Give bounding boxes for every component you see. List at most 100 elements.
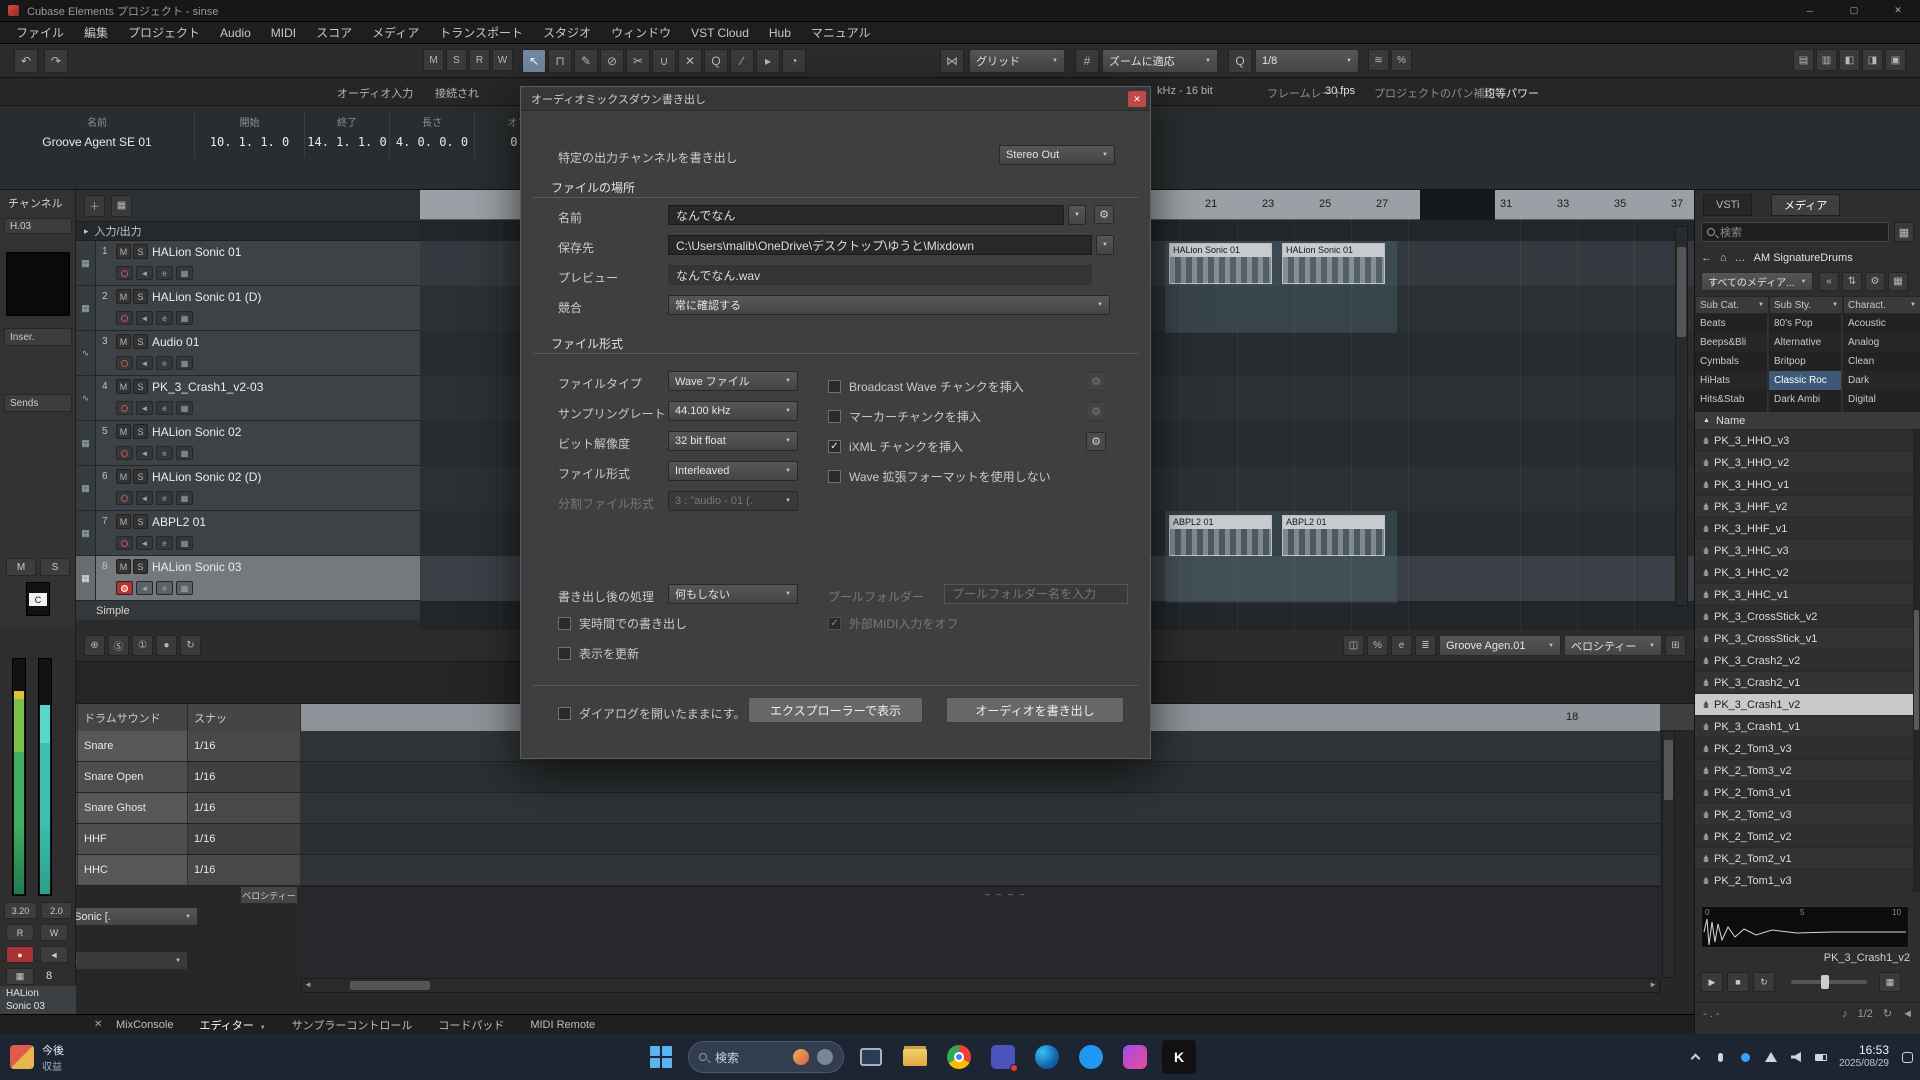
track-name[interactable]: HALion Sonic 02 (D)	[152, 470, 261, 484]
media-option-icon[interactable]: «	[1819, 272, 1839, 291]
track-solo-button[interactable]: S	[133, 424, 148, 439]
editor-tool-button[interactable]: ●	[156, 635, 177, 656]
tray-network-icon[interactable]	[1764, 1050, 1778, 1064]
editor-zone-button[interactable]: ⊞	[1665, 635, 1686, 656]
track-name[interactable]: HALion Sonic 02	[152, 425, 241, 439]
add-track-button[interactable]: ＋	[84, 195, 105, 217]
zone-toggle-button[interactable]: ▤	[1793, 49, 1814, 71]
subcat-header[interactable]: Sub Cat.▼	[1695, 296, 1769, 314]
media-file-row[interactable]: ıllı PK_3_HHO_v1	[1695, 474, 1914, 496]
chunk-checkbox-row[interactable]: iXML チャンクを挿入	[828, 431, 1051, 461]
track-mute-button[interactable]: M	[116, 379, 131, 394]
instrument-icon[interactable]: ▦	[176, 266, 193, 280]
grid-type-dropdown[interactable]: グリッド ▼	[969, 49, 1065, 73]
media-file-row[interactable]: ıllı PK_3_Crash2_v1	[1695, 672, 1914, 694]
tool-button[interactable]: ⊘	[600, 49, 624, 73]
editor-option-button[interactable]: ◫	[1343, 635, 1364, 656]
read-automation-button[interactable]: R	[6, 924, 34, 941]
tool-button[interactable]: ▸	[756, 49, 780, 73]
filter-item[interactable]: Digital	[1843, 390, 1920, 409]
track-row[interactable]: ∿ 4 M S PK_3_Crash1_v2-03 ◄ e ▦	[76, 376, 420, 421]
tool-button[interactable]: Q	[704, 49, 728, 73]
menu-item[interactable]: スコア	[306, 24, 362, 41]
editor-horizontal-scrollbar[interactable]: ◄ ►	[301, 978, 1660, 993]
ixml-gear-icon[interactable]: ⚙	[1086, 432, 1106, 451]
track-mute-button[interactable]: M	[116, 559, 131, 574]
file-name-input[interactable]	[668, 205, 1064, 225]
track-mute-button[interactable]: M	[116, 289, 131, 304]
tray-mic-icon[interactable]	[1714, 1050, 1728, 1064]
edit-channel-icon[interactable]: e	[156, 266, 173, 280]
quantize-extra-button[interactable]: %	[1391, 49, 1412, 71]
search-highlight-icon[interactable]	[793, 1049, 809, 1065]
speaker-icon[interactable]: ◄	[1902, 1008, 1913, 1020]
conflict-dropdown[interactable]: 常に確認する ▼	[668, 295, 1110, 315]
midi-event[interactable]: HALion Sonic 01	[1282, 243, 1385, 284]
monitor-button[interactable]: ◄	[40, 946, 68, 963]
menu-item[interactable]: 編集	[74, 24, 118, 41]
track-name[interactable]: HALion Sonic 03	[152, 560, 241, 574]
tool-button[interactable]: ✎	[574, 49, 598, 73]
zone-toggle-button[interactable]: ▣	[1885, 49, 1906, 71]
filter-item[interactable]: Clean	[1843, 352, 1920, 371]
drumsound-column-header[interactable]: ドラムサウンド	[78, 704, 188, 731]
tool-button[interactable]: ✂	[626, 49, 650, 73]
track-name[interactable]: Audio 01	[152, 335, 199, 349]
menu-item[interactable]: トランスポート	[429, 24, 533, 41]
tray-battery-icon[interactable]	[1814, 1050, 1828, 1064]
zoom-mode-dropdown[interactable]: ズームに適応 ▼	[1102, 49, 1218, 73]
quantize-dropdown[interactable]: 1/8 ▼	[1255, 49, 1359, 73]
menu-item[interactable]: メディア	[362, 24, 429, 41]
tool-button[interactable]: ∪	[652, 49, 676, 73]
media-option-icon[interactable]: ▦	[1888, 272, 1908, 291]
editor-option-button[interactable]: %	[1367, 635, 1388, 656]
filter-item[interactable]: Beeps&Bli	[1695, 333, 1767, 352]
taskbar-icon-chrome[interactable]	[942, 1040, 976, 1074]
menu-item[interactable]: VST Cloud	[681, 26, 759, 40]
record-enable-icon[interactable]	[116, 491, 133, 505]
monitor-icon[interactable]: ◄	[136, 311, 153, 325]
lower-zone-tab[interactable]: サンプラーコントロール	[292, 1017, 413, 1033]
drum-note-lane[interactable]	[301, 762, 1660, 792]
bit-depth-dropdown[interactable]: 32 bit float▼	[668, 431, 798, 451]
preview-volume-slider[interactable]	[1791, 980, 1867, 984]
chunk-checkbox-row[interactable]: Wave 拡張フォーマットを使用しない	[828, 461, 1051, 491]
keep-open-checkbox[interactable]	[558, 707, 571, 720]
info-end[interactable]: 終了 14. 1. 1. 0	[305, 112, 390, 158]
media-file-row[interactable]: ıllı PK_3_Crash1_v1	[1695, 716, 1914, 738]
media-list-scrollbar[interactable]	[1913, 430, 1920, 892]
media-file-row[interactable]: ıllı PK_2_Tom2_v3	[1695, 804, 1914, 826]
filter-item[interactable]: Acoustic	[1843, 314, 1920, 333]
taskbar-icon-clipchamp[interactable]	[1118, 1040, 1152, 1074]
record-enable-icon[interactable]	[116, 266, 133, 280]
path-history-button[interactable]: ▼	[1096, 235, 1114, 255]
automation-button[interactable]: M	[423, 49, 444, 71]
instrument-icon[interactable]: ▦	[176, 401, 193, 415]
tray-clock[interactable]: 16:53 2025/08/29	[1839, 1043, 1889, 1071]
monitor-icon[interactable]: ◄	[136, 446, 153, 460]
media-file-row[interactable]: ıllı PK_3_Crash2_v2	[1695, 650, 1914, 672]
menu-item[interactable]: スタジオ	[533, 24, 601, 41]
io-folder-row[interactable]: ▸ 入力/出力	[76, 222, 420, 241]
editor-option-button[interactable]: e	[1391, 635, 1412, 656]
track-mute-button[interactable]: M	[116, 334, 131, 349]
media-file-row[interactable]: ıllı PK_2_Tom3_v3	[1695, 738, 1914, 760]
taskbar-icon-edge[interactable]	[1030, 1040, 1064, 1074]
record-enable-icon[interactable]	[116, 446, 133, 460]
back-icon[interactable]: ←	[1701, 252, 1712, 264]
part-selector-dropdown[interactable]: Groove Agen.01 ▼	[1439, 635, 1561, 656]
menu-item[interactable]: Audio	[210, 26, 261, 40]
media-file-row[interactable]: ıllı PK_3_HHF_v1	[1695, 518, 1914, 540]
dialog-close-button[interactable]: ✕	[1128, 91, 1146, 107]
zoom-mode-icon[interactable]: #	[1075, 49, 1099, 73]
home-icon[interactable]: ⌂	[1720, 252, 1727, 264]
project-vertical-scrollbar[interactable]	[1675, 226, 1688, 606]
monitor-icon[interactable]: ◄	[136, 356, 153, 370]
menu-item[interactable]: プロジェクト	[118, 24, 210, 41]
update-display-row[interactable]: 表示を更新	[558, 645, 639, 662]
track-solo-button[interactable]: S	[133, 559, 148, 574]
media-option-icon[interactable]: ⚙	[1865, 272, 1885, 291]
edit-channel-icon[interactable]: e	[156, 356, 173, 370]
editor-vertical-scrollbar[interactable]	[1662, 731, 1675, 978]
framerate-value[interactable]: 30 fps	[1325, 85, 1355, 97]
